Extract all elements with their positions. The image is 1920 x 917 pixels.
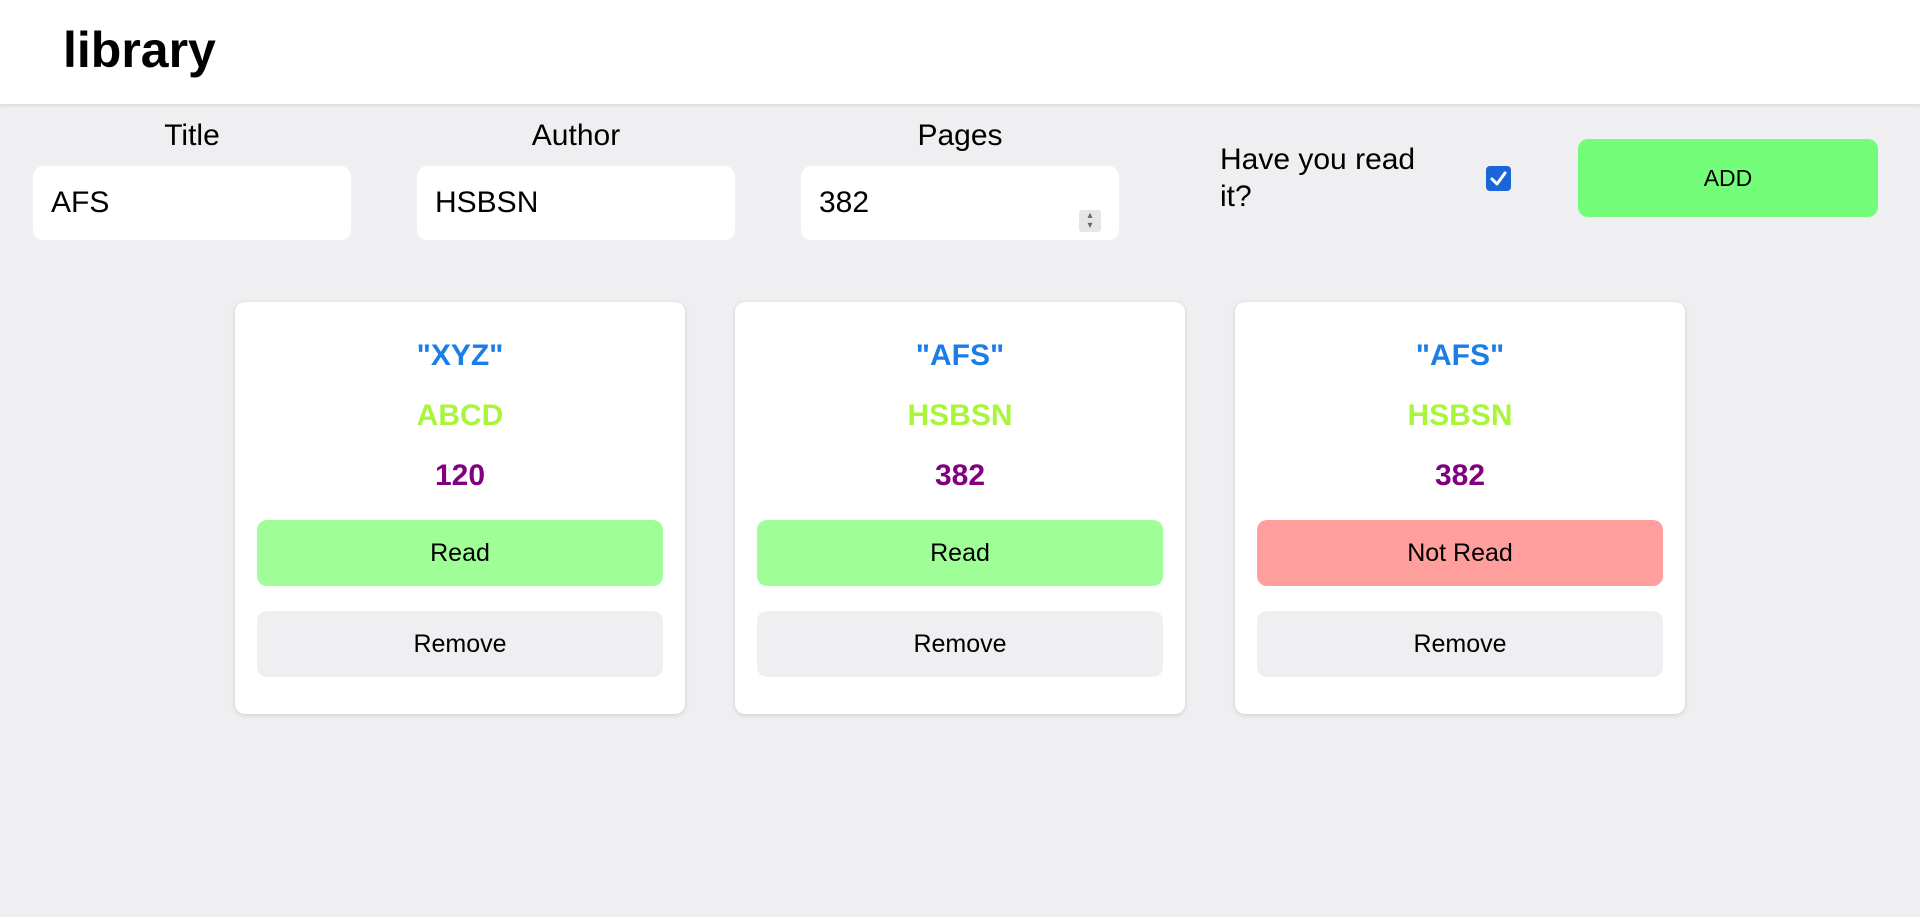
pages-label: Pages [917, 119, 1003, 152]
book-title: "AFS" [915, 339, 1005, 372]
pages-input[interactable] [801, 166, 1119, 240]
book-pages: 382 [1434, 459, 1486, 492]
author-field: Author [417, 118, 735, 240]
read-status-button[interactable]: Read [757, 520, 1163, 586]
spin-arrows-icon[interactable]: ▴ ▾ [1079, 210, 1101, 232]
book-pages: 382 [934, 459, 986, 492]
app-header: library [0, 0, 1920, 104]
author-label: Author [531, 119, 621, 152]
book-author: HSBSN [1407, 399, 1513, 432]
book-card: "XYZ" ABCD 120 Read Remove [235, 302, 685, 714]
read-checkbox[interactable] [1486, 166, 1511, 191]
not-read-status-button[interactable]: Not Read [1257, 520, 1663, 586]
add-button[interactable]: ADD [1578, 139, 1878, 217]
book-title: "AFS" [1415, 339, 1505, 372]
pages-field: Pages ▴▾ [801, 118, 1119, 240]
book-author: HSBSN [907, 399, 1013, 432]
read-label: Have you read it? [1220, 143, 1416, 213]
book-card: "AFS" HSBSN 382 Not Read Remove [1235, 302, 1685, 714]
title-field: Title [33, 118, 351, 240]
title-input[interactable] [33, 166, 351, 240]
pages-input-wrap: ▴▾ [801, 166, 1119, 240]
app-title: library [63, 22, 216, 78]
checkmark-icon [1490, 171, 1507, 186]
read-status-button[interactable]: Read [257, 520, 663, 586]
author-input[interactable] [417, 166, 735, 240]
remove-button[interactable]: Remove [257, 611, 663, 677]
title-label: Title [164, 119, 220, 152]
book-title: "XYZ" [416, 339, 504, 372]
book-card: "AFS" HSBSN 382 Read Remove [735, 302, 1185, 714]
remove-button[interactable]: Remove [1257, 611, 1663, 677]
remove-button[interactable]: Remove [757, 611, 1163, 677]
book-pages: 120 [434, 459, 486, 492]
book-author: ABCD [416, 399, 504, 432]
